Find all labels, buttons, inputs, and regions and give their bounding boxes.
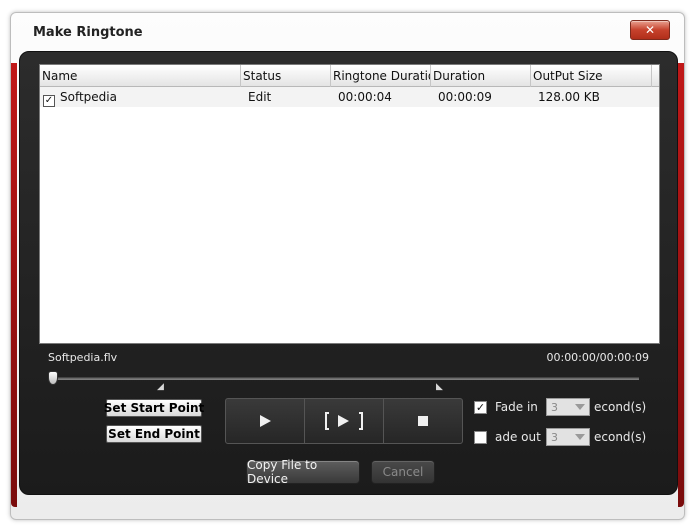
start-marker-icon[interactable]: ◢ [157,382,164,392]
stop-icon [418,416,428,426]
fade-in-label: Fade in [495,400,538,414]
table-row[interactable]: ✓ Softpedia Edit 00:00:04 00:00:09 128.00… [40,87,659,107]
end-marker-icon[interactable]: ◣ [436,382,443,392]
fade-in-row: ✓ Fade in 3 econd(s) [474,397,646,417]
make-ringtone-window: Make Ringtone ✕ Name Status Ringtone Dur… [10,12,685,520]
main-panel: Name Status Ringtone Duration Duration O… [19,51,678,495]
current-file-name: Softpedia.flv [48,351,118,364]
row-checkbox[interactable]: ✓ [43,95,55,107]
seek-track[interactable] [51,377,639,380]
transport-controls [225,398,463,444]
fade-out-label: ade out [495,430,541,444]
cell-ringtone-duration: 00:00:04 [338,90,392,104]
fade-out-checkbox[interactable] [474,430,487,444]
fade-out-unit: econd(s) [594,430,647,444]
column-header-duration[interactable]: Duration [431,65,531,87]
window-title: Make Ringtone [33,25,143,40]
close-button[interactable]: ✕ [630,20,670,40]
cell-name: ✓ Softpedia [40,87,241,107]
column-header-status[interactable]: Status [241,65,331,87]
copy-file-to-device-button[interactable]: Copy File to Device [246,458,360,486]
cell-output-size: 128.00 KB [538,90,600,104]
play-range-icon [325,412,363,430]
file-list: Name Status Ringtone Duration Duration O… [39,64,660,344]
column-header-ringtone-duration[interactable]: Ringtone Duration [331,65,431,87]
chevron-down-icon [575,434,585,440]
fade-out-seconds-select[interactable]: 3 [546,428,590,446]
stop-button[interactable] [384,399,462,443]
set-start-point-button[interactable]: Set Start Point [104,399,204,417]
fade-in-unit: econd(s) [594,400,647,414]
left-accent-strip [11,63,17,507]
set-end-point-button[interactable]: Set End Point [106,425,202,443]
fade-in-checkbox[interactable]: ✓ [474,400,487,414]
play-range-button[interactable] [305,399,384,443]
fade-out-row: ade out 3 econd(s) [474,427,646,447]
fade-in-seconds-value: 3 [551,400,558,414]
right-accent-strip [678,63,684,507]
column-header-output-size[interactable]: OutPut Size [531,65,652,87]
play-button[interactable] [226,399,305,443]
cell-status[interactable]: Edit [241,87,331,107]
column-header-name[interactable]: Name [40,65,241,87]
time-readout: 00:00:00/00:00:09 [546,351,649,364]
chevron-down-icon [575,404,585,410]
cell-duration: 00:00:09 [438,90,492,104]
seek-thumb[interactable] [48,371,58,385]
fade-in-seconds-select[interactable]: 3 [546,398,590,416]
fade-out-seconds-value: 3 [551,430,558,444]
play-icon [260,415,271,427]
list-header: Name Status Ringtone Duration Duration O… [40,65,659,87]
cancel-button[interactable]: Cancel [371,460,435,484]
close-icon: ✕ [644,23,656,37]
row-name: Softpedia [60,90,117,104]
